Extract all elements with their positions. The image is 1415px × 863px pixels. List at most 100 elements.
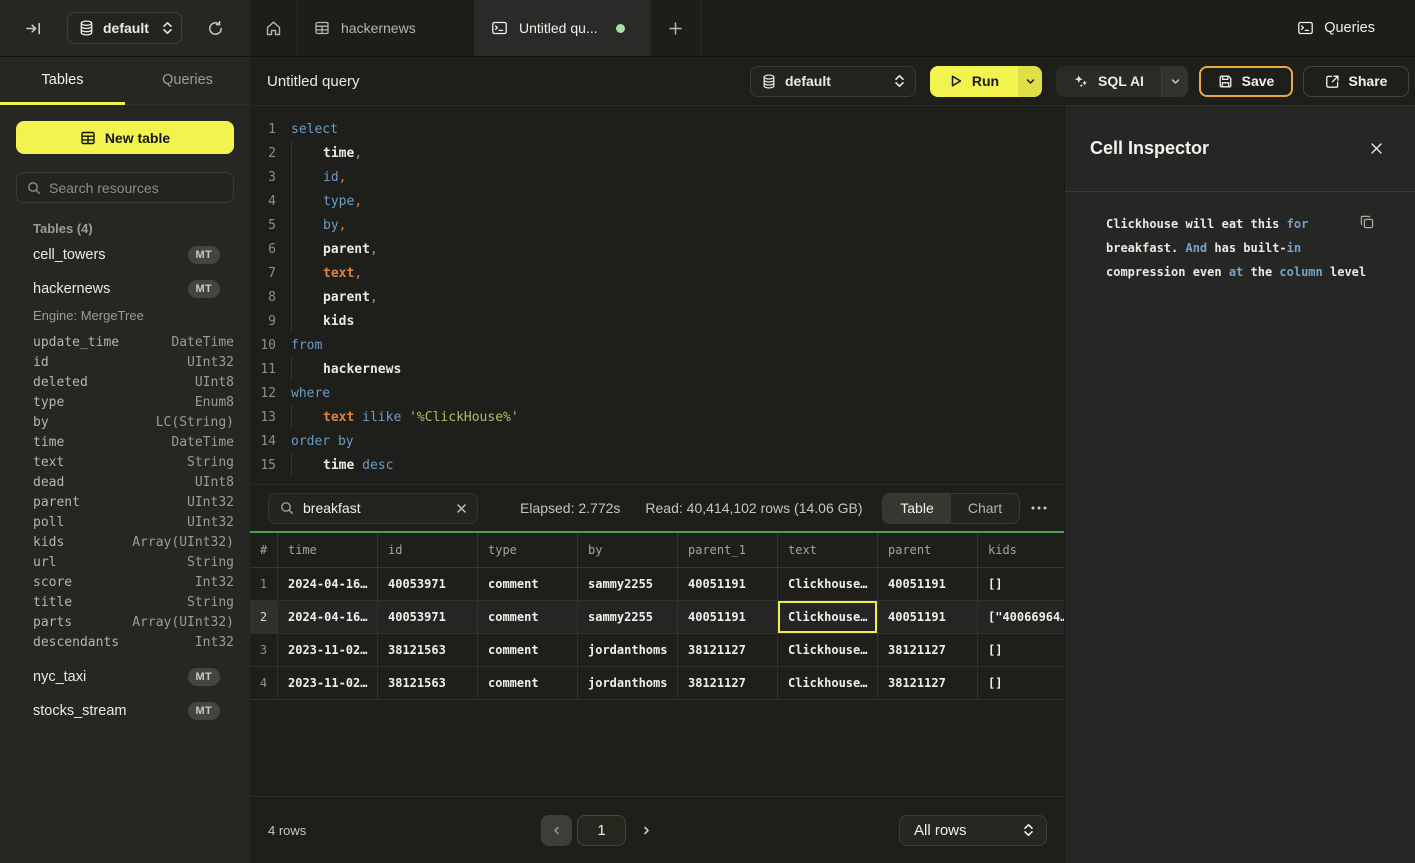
results-search[interactable] — [268, 493, 478, 524]
data-cell[interactable]: 38121127 — [878, 634, 978, 666]
line-code: kids — [291, 309, 354, 333]
data-cell[interactable]: jordanthoms — [578, 634, 678, 666]
data-cell[interactable]: Clickhouse… — [778, 601, 878, 633]
table-list-item-stocks_stream[interactable]: stocks_streamMT — [16, 694, 234, 728]
page-size-selector[interactable]: All rows — [899, 815, 1047, 846]
data-cell[interactable]: sammy2255 — [578, 568, 678, 600]
tab-hackernews[interactable]: hackernews — [298, 0, 475, 56]
run-button[interactable]: Run — [930, 66, 1018, 97]
data-cell[interactable]: [] — [978, 634, 1064, 666]
data-cell[interactable]: jordanthoms — [578, 667, 678, 699]
indent-guide — [291, 189, 323, 213]
collapse-sidebar-button[interactable] — [21, 16, 46, 41]
data-cell[interactable]: 2024-04-16… — [278, 601, 378, 633]
queries-button[interactable]: Queries — [1285, 0, 1415, 56]
sql-token: from — [291, 338, 322, 353]
copy-cell-value-button[interactable] — [1359, 214, 1375, 230]
data-cell[interactable]: 40053971 — [378, 568, 478, 600]
column-header-type[interactable]: type — [478, 533, 578, 567]
top-database-selector[interactable]: default — [67, 12, 182, 44]
row-count-label: 4 rows — [268, 823, 306, 838]
clear-search-button[interactable] — [456, 503, 467, 514]
share-button[interactable]: Share — [1303, 66, 1409, 97]
column-header-parent_1[interactable]: parent_1 — [678, 533, 778, 567]
engine-badge: MT — [188, 668, 220, 686]
data-cell[interactable]: 40051191 — [878, 601, 978, 633]
data-cell[interactable]: sammy2255 — [578, 601, 678, 633]
sidebar-tabs: Tables Queries — [0, 57, 250, 105]
data-cell[interactable]: comment — [478, 601, 578, 633]
data-cell[interactable]: comment — [478, 667, 578, 699]
previous-page-button[interactable] — [541, 815, 572, 846]
editor-line-7: 7text, — [250, 261, 1064, 285]
data-cell[interactable]: comment — [478, 634, 578, 666]
ellipsis-icon — [1031, 506, 1047, 510]
sql-console-app: default — [0, 0, 1415, 863]
data-cell[interactable]: ["40066964… — [978, 601, 1064, 633]
data-cell[interactable]: 2024-04-16… — [278, 568, 378, 600]
column-name: descendants — [33, 635, 195, 650]
query-database-selector[interactable]: default — [750, 66, 916, 97]
save-button[interactable]: Save — [1199, 66, 1293, 97]
column-header-time[interactable]: time — [278, 533, 378, 567]
column-header-kids[interactable]: kids — [978, 533, 1064, 567]
sidebar-search[interactable] — [16, 172, 234, 203]
data-cell[interactable]: 40051191 — [678, 568, 778, 600]
data-cell[interactable]: 38121563 — [378, 634, 478, 666]
current-page-indicator[interactable]: 1 — [577, 815, 626, 846]
line-code: hackernews — [291, 357, 401, 381]
sql-editor[interactable]: 1select2time,3id,4type,5by,6parent,7text… — [250, 106, 1064, 484]
data-cell[interactable]: Clickhouse… — [778, 568, 878, 600]
sqlai-options-button[interactable] — [1161, 66, 1188, 97]
data-cell[interactable]: 2023-11-02… — [278, 667, 378, 699]
data-cell[interactable]: 38121563 — [378, 667, 478, 699]
line-code: parent, — [291, 285, 378, 309]
data-cell[interactable]: 2023-11-02… — [278, 634, 378, 666]
data-cell[interactable]: 38121127 — [678, 667, 778, 699]
line-number: 3 — [250, 170, 276, 185]
sidebar-tab-tables[interactable]: Tables — [0, 57, 125, 105]
run-options-button[interactable] — [1018, 66, 1042, 97]
table-list-item-hackernews[interactable]: hackernewsMT — [16, 272, 234, 306]
view-tab-table[interactable]: Table — [883, 494, 951, 523]
column-header-by[interactable]: by — [578, 533, 678, 567]
column-header-parent[interactable]: parent — [878, 533, 978, 567]
results-menu-button[interactable] — [1024, 506, 1054, 510]
line-code: from — [291, 333, 322, 357]
sqlai-button[interactable]: SQL AI — [1056, 66, 1161, 97]
data-cell[interactable]: 40051191 — [878, 568, 978, 600]
row-number-cell[interactable]: 3 — [250, 634, 278, 666]
close-inspector-button[interactable] — [1367, 139, 1386, 158]
data-cell[interactable]: [] — [978, 568, 1064, 600]
table-list-item-cell_towers[interactable]: cell_towersMT — [16, 238, 234, 272]
next-page-button[interactable] — [631, 815, 661, 846]
data-cell[interactable]: Clickhouse… — [778, 667, 878, 699]
column-header-rownum[interactable]: # — [250, 533, 278, 567]
refresh-button[interactable] — [203, 16, 228, 41]
column-header-text[interactable]: text — [778, 533, 878, 567]
data-cell[interactable]: 40051191 — [678, 601, 778, 633]
column-header-id[interactable]: id — [378, 533, 478, 567]
tab-untitled-query[interactable]: Untitled qu... — [475, 0, 651, 56]
new-table-button[interactable]: New table — [16, 121, 234, 154]
data-cell[interactable]: comment — [478, 568, 578, 600]
table-column-row: titleString — [16, 592, 234, 612]
data-cell[interactable]: [] — [978, 667, 1064, 699]
view-tab-chart[interactable]: Chart — [951, 494, 1019, 523]
column-name: text — [33, 455, 187, 470]
data-cell[interactable]: 40053971 — [378, 601, 478, 633]
results-search-input[interactable] — [303, 500, 447, 516]
sidebar-search-input[interactable] — [49, 180, 223, 196]
indent-guide — [291, 285, 323, 309]
new-tab-button[interactable] — [651, 0, 701, 56]
row-number-cell[interactable]: 4 — [250, 667, 278, 699]
row-number-cell[interactable]: 1 — [250, 568, 278, 600]
row-number-cell[interactable]: 2 — [250, 601, 278, 633]
data-cell[interactable]: 38121127 — [878, 667, 978, 699]
column-type: Array(UInt32) — [132, 615, 234, 630]
sidebar-tab-queries[interactable]: Queries — [125, 57, 250, 105]
data-cell[interactable]: Clickhouse… — [778, 634, 878, 666]
tab-home[interactable] — [250, 0, 298, 56]
table-list-item-nyc_taxi[interactable]: nyc_taxiMT — [16, 660, 234, 694]
data-cell[interactable]: 38121127 — [678, 634, 778, 666]
